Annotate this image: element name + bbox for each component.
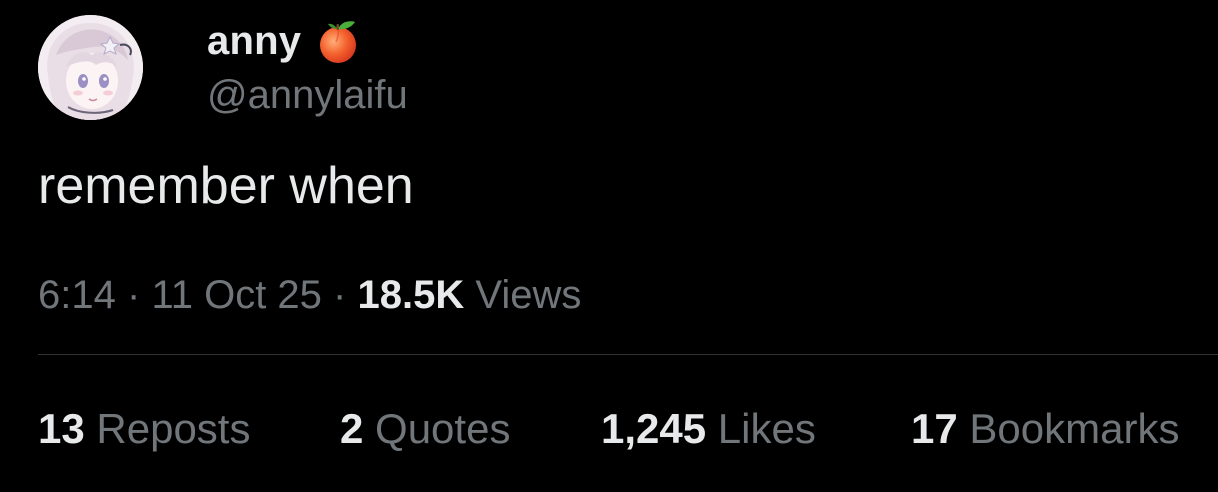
- meta-separator: ·: [333, 273, 347, 317]
- stat-reposts[interactable]: 13 Reposts: [38, 404, 250, 454]
- bookmarks-label: Bookmarks: [969, 405, 1180, 452]
- likes-label: Likes: [717, 405, 816, 452]
- reposts-label: Reposts: [96, 405, 251, 452]
- tweet-date: 11 Oct 25: [151, 273, 322, 317]
- stat-likes[interactable]: 1,245 Likes: [601, 404, 816, 454]
- divider: [38, 354, 1218, 355]
- tweet-meta: 6:14 · 11 Oct 25 · 18.5K Views: [38, 270, 581, 320]
- avatar-image: [38, 15, 143, 120]
- views-link[interactable]: 18.5K Views: [357, 273, 581, 317]
- reposts-count: 13: [38, 405, 85, 452]
- stat-quotes[interactable]: 2 Quotes: [340, 404, 510, 454]
- bookmarks-count: 17: [911, 405, 958, 452]
- display-name[interactable]: anny: [207, 19, 301, 64]
- meta-separator: ·: [126, 273, 141, 317]
- author-handle[interactable]: @annylaifu: [207, 70, 408, 120]
- tweet-text: remember when: [38, 157, 414, 215]
- views-count: 18.5K: [357, 273, 465, 317]
- stat-bookmarks[interactable]: 17 Bookmarks: [911, 404, 1179, 454]
- likes-count: 1,245: [601, 405, 707, 452]
- quotes-label: Quotes: [375, 405, 511, 452]
- tweet-time: 6:14: [38, 273, 116, 317]
- author-name-row: anny: [207, 16, 363, 66]
- tweet-time-link[interactable]: 6:14 · 11 Oct 25: [38, 273, 322, 317]
- avatar[interactable]: [38, 15, 143, 120]
- views-label: Views: [475, 273, 582, 317]
- peach-icon: [313, 16, 363, 66]
- quotes-count: 2: [340, 405, 364, 452]
